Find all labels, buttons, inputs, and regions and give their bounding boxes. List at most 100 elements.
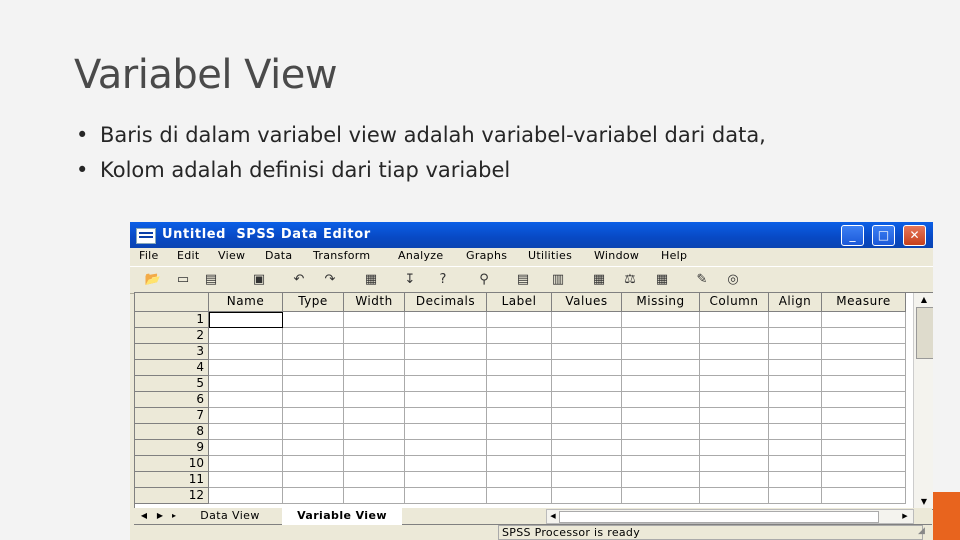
row-header[interactable]: 11 xyxy=(135,472,209,488)
grid-cell[interactable] xyxy=(405,456,487,472)
row-header[interactable]: 12 xyxy=(135,488,209,504)
grid-cell[interactable] xyxy=(552,424,622,440)
grid-cell[interactable] xyxy=(769,472,822,488)
resize-grip-icon[interactable]: ◢ xyxy=(918,526,925,536)
grid-cell[interactable] xyxy=(209,328,283,344)
find-icon[interactable]: ⚲ xyxy=(473,271,495,289)
title-bar[interactable]: Untitled SPSS Data Editor _ □ ✕ xyxy=(130,222,933,248)
grid-cell[interactable] xyxy=(769,312,822,328)
scroll-thumb[interactable] xyxy=(916,307,933,359)
grid-cell[interactable] xyxy=(552,472,622,488)
maximize-button[interactable]: □ xyxy=(872,225,895,246)
menu-file[interactable]: File xyxy=(139,249,159,262)
grid-cell[interactable] xyxy=(552,328,622,344)
row-header[interactable]: 10 xyxy=(135,456,209,472)
first-sheet-icon[interactable]: ◀ xyxy=(138,509,150,522)
grid-cell[interactable] xyxy=(769,328,822,344)
grid-cell[interactable] xyxy=(487,328,552,344)
scroll-down-icon[interactable]: ▼ xyxy=(915,496,933,508)
column-header[interactable]: Values xyxy=(552,293,622,312)
save-icon[interactable]: ▭ xyxy=(172,271,194,289)
grid-cell[interactable] xyxy=(209,424,283,440)
grid-cell[interactable] xyxy=(769,344,822,360)
insert-case-icon[interactable]: ▤ xyxy=(512,271,534,289)
grid-cell[interactable] xyxy=(209,456,283,472)
grid-cell[interactable] xyxy=(700,424,769,440)
grid-cell[interactable] xyxy=(283,392,344,408)
grid-cell[interactable] xyxy=(209,344,283,360)
grid-cell[interactable] xyxy=(822,312,906,328)
grid-cell[interactable] xyxy=(344,344,405,360)
grid-cell[interactable] xyxy=(487,408,552,424)
grid-cell[interactable] xyxy=(622,376,700,392)
grid-cell[interactable] xyxy=(769,392,822,408)
menu-analyze[interactable]: Analyze xyxy=(398,249,443,262)
column-header[interactable]: Column xyxy=(700,293,769,312)
grid-cell[interactable] xyxy=(822,456,906,472)
spss-grid-icon[interactable] xyxy=(136,228,156,244)
grid-cell[interactable] xyxy=(822,488,906,504)
split-file-icon[interactable]: ▦ xyxy=(588,271,610,289)
grid-cell[interactable] xyxy=(822,360,906,376)
grid-cell[interactable] xyxy=(209,312,283,328)
grid-cell[interactable] xyxy=(622,488,700,504)
grid-cell[interactable] xyxy=(622,312,700,328)
grid-cell[interactable] xyxy=(209,472,283,488)
last-sheet-icon[interactable]: ▸ xyxy=(168,509,180,522)
grid-cell[interactable] xyxy=(209,376,283,392)
grid-cell[interactable] xyxy=(405,408,487,424)
grid-cell[interactable] xyxy=(344,328,405,344)
grid-cell[interactable] xyxy=(700,328,769,344)
menu-data[interactable]: Data xyxy=(265,249,292,262)
row-header[interactable]: 7 xyxy=(135,408,209,424)
tab-data-view[interactable]: Data View xyxy=(184,508,276,523)
grid-cell[interactable] xyxy=(344,472,405,488)
open-icon[interactable]: 📂 xyxy=(142,271,164,289)
grid-cell[interactable] xyxy=(700,312,769,328)
row-header[interactable]: 8 xyxy=(135,424,209,440)
column-header[interactable]: Measure xyxy=(822,293,906,312)
grid-cell[interactable] xyxy=(405,328,487,344)
grid-cell[interactable] xyxy=(405,472,487,488)
grid-cell[interactable] xyxy=(769,456,822,472)
value-labels-icon[interactable]: ✎ xyxy=(691,271,713,289)
tab-variable-view[interactable]: Variable View xyxy=(282,508,402,525)
column-header[interactable]: Name xyxy=(209,293,283,312)
column-header[interactable]: Width xyxy=(344,293,405,312)
grid-cell[interactable] xyxy=(209,488,283,504)
grid-cell[interactable] xyxy=(622,360,700,376)
goto-chart-icon[interactable]: ▦ xyxy=(360,271,382,289)
next-sheet-icon[interactable]: ▶ xyxy=(154,509,166,522)
grid-cell[interactable] xyxy=(344,440,405,456)
grid-cell[interactable] xyxy=(344,360,405,376)
column-header[interactable]: Decimals xyxy=(405,293,487,312)
grid-cell[interactable] xyxy=(344,392,405,408)
grid-cell[interactable] xyxy=(552,360,622,376)
grid-cell[interactable] xyxy=(622,440,700,456)
grid-cell[interactable] xyxy=(487,456,552,472)
undo-icon[interactable]: ↶ xyxy=(288,271,310,289)
scroll-thumb[interactable] xyxy=(559,511,879,523)
grid-cell[interactable] xyxy=(487,312,552,328)
grid-cell[interactable] xyxy=(405,360,487,376)
grid-cell[interactable] xyxy=(622,472,700,488)
grid-cell[interactable] xyxy=(552,440,622,456)
grid-cell[interactable] xyxy=(209,392,283,408)
grid-cell[interactable] xyxy=(405,312,487,328)
grid-cell[interactable] xyxy=(283,408,344,424)
grid-cell[interactable] xyxy=(487,376,552,392)
grid-cell[interactable] xyxy=(769,376,822,392)
grid-cell[interactable] xyxy=(283,328,344,344)
grid-cell[interactable] xyxy=(700,344,769,360)
grid-cell[interactable] xyxy=(700,376,769,392)
redo-icon[interactable]: ↷ xyxy=(319,271,341,289)
grid-cell[interactable] xyxy=(822,472,906,488)
grid-cell[interactable] xyxy=(487,488,552,504)
column-header[interactable]: Align xyxy=(769,293,822,312)
grid-cell[interactable] xyxy=(822,424,906,440)
grid-cell[interactable] xyxy=(622,344,700,360)
grid-cell[interactable] xyxy=(700,408,769,424)
grid-cell[interactable] xyxy=(822,376,906,392)
grid-cell[interactable] xyxy=(822,344,906,360)
grid-cell[interactable] xyxy=(283,312,344,328)
